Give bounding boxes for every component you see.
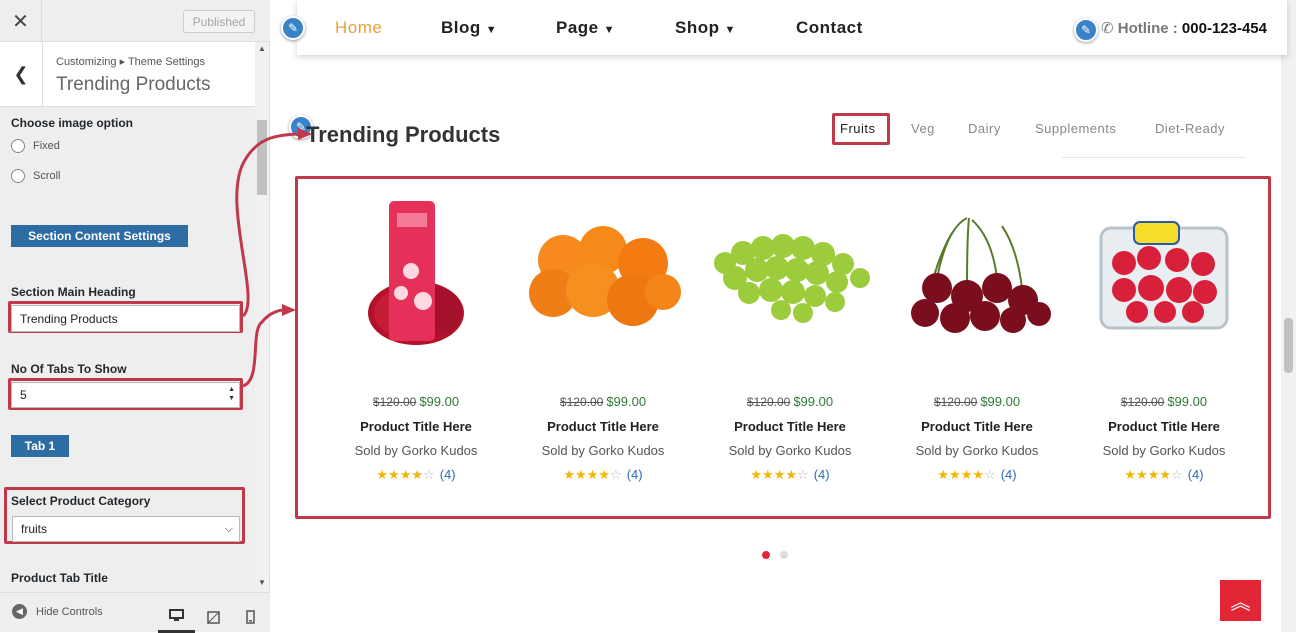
annotation-arrows <box>235 128 312 388</box>
